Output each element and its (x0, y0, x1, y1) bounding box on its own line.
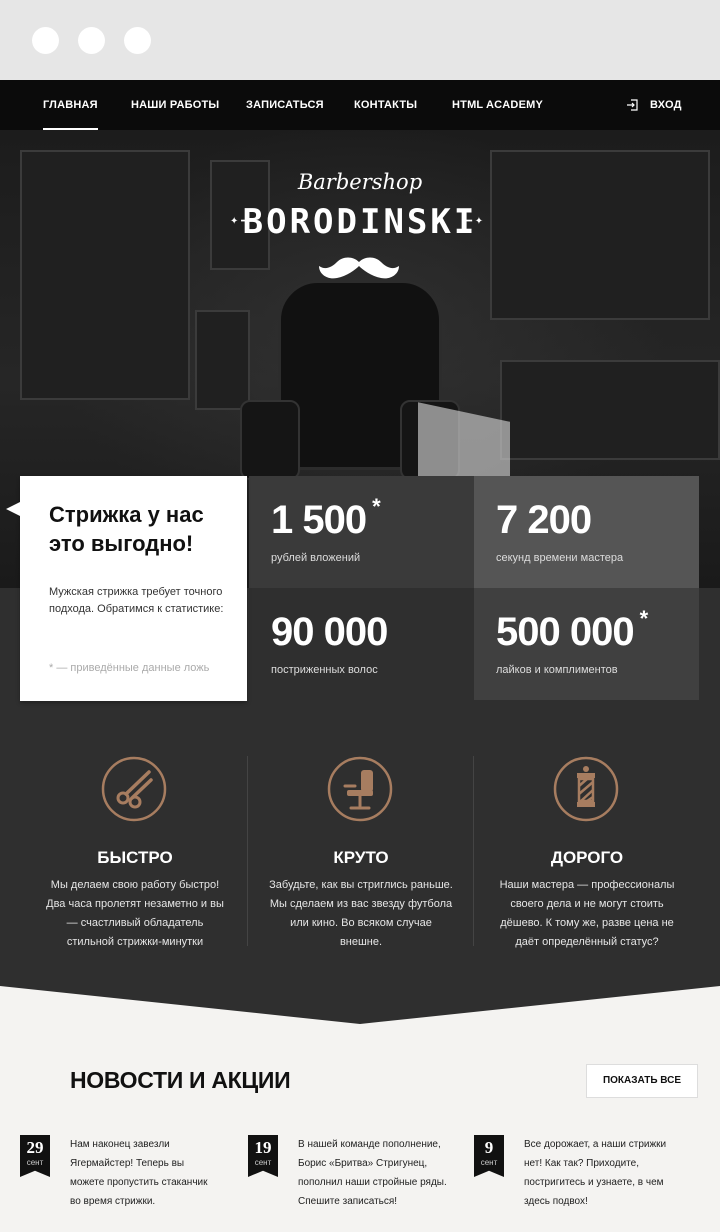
news-text[interactable]: Все дорожает, а наши стрижки нет! Как та… (524, 1135, 674, 1211)
news-date-badge: 29 сент (20, 1135, 50, 1177)
login-link[interactable]: Вход (650, 99, 682, 111)
login-icon[interactable] (626, 99, 638, 111)
news-month: сент (480, 1158, 498, 1167)
intro-title: Стрижка у нас это выгодно! (49, 502, 204, 556)
nav-item-works[interactable]: Наши работы (131, 99, 219, 111)
nav-item-contacts[interactable]: Контакты (354, 99, 417, 111)
feature-fast: БЫСТРО Мы делаем свою работу быстро! Два… (22, 756, 248, 948)
stat-number: 7 200 (496, 498, 592, 542)
window-close-dot[interactable] (32, 27, 59, 54)
intro-text: Мужская стрижка требует точного подхода.… (49, 586, 224, 615)
stat-label: рублей вложений (271, 552, 361, 564)
logo-title: BORODINSKI (242, 202, 478, 242)
feature-text: Забудьте, как вы стриглись раньше. Мы сд… (269, 879, 453, 948)
feature-cool: КРУТО Забудьте, как вы стриглись раньше.… (248, 756, 474, 948)
intro-card: Стрижка у нас это выгодно! Мужская стриж… (6, 476, 247, 701)
news-item[interactable]: 29 сент Нам наконец завезли Ягермайстер!… (20, 1135, 220, 1215)
news-date-badge: 9 сент (474, 1135, 504, 1177)
news-text[interactable]: Нам наконец завезли Ягермайстер! Теперь … (70, 1135, 220, 1211)
news-section: НОВОСТИ И АКЦИИ ПОКАЗАТЬ ВСЕ 29 сент Нам… (0, 984, 720, 1232)
stat-number: 90 000 (271, 610, 388, 654)
news-month: сент (254, 1158, 272, 1167)
background-counter (500, 360, 720, 460)
news-day: 9 (484, 1138, 494, 1157)
window-minimize-dot[interactable] (78, 27, 105, 54)
background-frame (195, 310, 250, 410)
stat-label: секунд времени мастера (496, 552, 624, 564)
window-maximize-dot[interactable] (124, 27, 151, 54)
nav-item-booking[interactable]: Записаться (246, 99, 324, 111)
main-nav: Главная Наши работы Записаться Контакты … (0, 80, 720, 130)
stat-number: 1 500 * (271, 494, 381, 542)
news-day: 29 (26, 1138, 44, 1157)
feature-expensive: ДОРОГО Наши мастера — профессионалы свое… (474, 756, 700, 948)
feature-text: Мы делаем свою работу быстро! Два часа п… (46, 879, 224, 948)
nav-item-home[interactable]: Главная (43, 99, 98, 130)
feature-title: КРУТО (333, 848, 389, 867)
mustache-icon (319, 257, 399, 279)
feature-text: Наши мастера — профессионалы своего дела… (499, 879, 675, 948)
news-item[interactable]: 19 сент В нашей команде пополнение, Бори… (248, 1135, 448, 1215)
news-date-badge: 19 сент (248, 1135, 278, 1177)
feature-title: БЫСТРО (97, 848, 173, 867)
stat-number: 500 000 * (496, 606, 648, 654)
stat-label: постриженных волос (271, 664, 378, 676)
page: Главная Наши работы Записаться Контакты … (0, 80, 720, 1232)
logo-script: Barbershop (297, 170, 423, 194)
barber-chair-icon (327, 756, 393, 822)
show-all-button[interactable]: ПОКАЗАТЬ ВСЕ (586, 1064, 698, 1098)
chair-arm (240, 400, 300, 480)
news-day: 19 (254, 1138, 272, 1157)
news-text[interactable]: В нашей команде пополнение, Борис «Бритв… (298, 1135, 448, 1211)
news-item[interactable]: 9 сент Все дорожает, а наши стрижки нет!… (474, 1135, 674, 1215)
logo-star-icon: ━ ✦ (466, 216, 484, 227)
section-chevron (0, 984, 720, 1024)
scissors-icon (101, 756, 167, 822)
intro-footnote: * — приведённые данные ложь (49, 662, 210, 674)
stat-card: 500 000 * лайков и комплиментов (474, 588, 699, 700)
barber-pole-icon (553, 756, 619, 822)
browser-toolbar (0, 0, 720, 80)
nav-item-html-academy[interactable]: HTML Academy (452, 99, 543, 111)
stat-card: 1 500 * рублей вложений (249, 476, 474, 588)
news-month: сент (26, 1158, 44, 1167)
news-title: НОВОСТИ И АКЦИИ (70, 1067, 291, 1093)
feature-title: ДОРОГО (550, 848, 624, 867)
stat-label: лайков и комплиментов (496, 664, 618, 676)
stat-card: 7 200 секунд времени мастера (474, 476, 699, 588)
stat-card: 90 000 постриженных волос (249, 588, 474, 700)
